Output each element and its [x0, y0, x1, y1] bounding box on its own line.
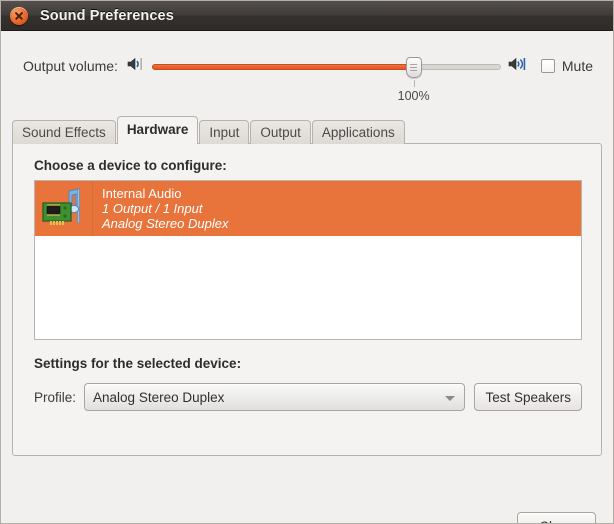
- titlebar: Sound Preferences: [1, 1, 613, 31]
- hardware-panel: Choose a device to configure: Internal A…: [12, 143, 602, 456]
- tab-input[interactable]: Input: [199, 120, 250, 144]
- device-text: Internal Audio 1 Output / 1 Input Analog…: [93, 186, 228, 231]
- device-io: 1 Output / 1 Input: [102, 201, 203, 216]
- slider-fill: [151, 64, 414, 70]
- audio-card-icon: [35, 181, 93, 236]
- volume-high-icon: [507, 56, 529, 77]
- profile-label: Profile:: [34, 389, 77, 405]
- tab-sound-effects[interactable]: Sound Effects: [12, 120, 116, 144]
- window-title: Sound Preferences: [40, 7, 174, 24]
- tab-hardware[interactable]: Hardware: [116, 116, 199, 144]
- tab-output[interactable]: Output: [250, 120, 311, 144]
- profile-combobox[interactable]: Analog Stereo Duplex: [84, 383, 466, 411]
- output-volume-row: Output volume: 100% Mute: [23, 51, 593, 103]
- mute-control[interactable]: Mute: [540, 58, 593, 74]
- settings-heading: Settings for the selected device:: [34, 356, 242, 371]
- window-close-icon[interactable]: [10, 6, 28, 25]
- sound-preferences-window: Sound Preferences Output volume: 100% Mu…: [0, 0, 614, 524]
- tab-applications[interactable]: Applications: [311, 120, 405, 144]
- slider-tick: [413, 80, 415, 87]
- profile-combobox-value: Analog Stereo Duplex: [93, 389, 225, 405]
- dialog-body: Output volume: 100% Mute Sound Effects H…: [1, 31, 613, 523]
- mute-label: Mute: [561, 58, 593, 74]
- volume-low-icon: [126, 56, 146, 77]
- output-volume-slider[interactable]: 100%: [151, 53, 501, 103]
- close-button[interactable]: Close: [517, 512, 596, 523]
- slider-thumb[interactable]: [405, 57, 422, 78]
- output-volume-label: Output volume:: [23, 58, 118, 74]
- test-speakers-button[interactable]: Test Speakers: [474, 383, 582, 411]
- tabstrip: Sound Effects Hardware Input Output Appl…: [12, 116, 406, 144]
- choose-device-heading: Choose a device to configure:: [34, 158, 227, 173]
- chevron-down-icon[interactable]: [445, 396, 456, 401]
- list-item[interactable]: Internal Audio 1 Output / 1 Input Analog…: [35, 181, 581, 236]
- profile-row: Profile: Analog Stereo Duplex Test Speak…: [34, 382, 582, 412]
- device-list[interactable]: Internal Audio 1 Output / 1 Input Analog…: [34, 180, 582, 340]
- mute-checkbox[interactable]: [540, 59, 555, 73]
- output-volume-value: 100%: [397, 89, 430, 103]
- tab-notebook: Sound Effects Hardware Input Output Appl…: [12, 116, 602, 456]
- device-name: Internal Audio: [102, 186, 182, 201]
- device-profile: Analog Stereo Duplex: [102, 216, 229, 231]
